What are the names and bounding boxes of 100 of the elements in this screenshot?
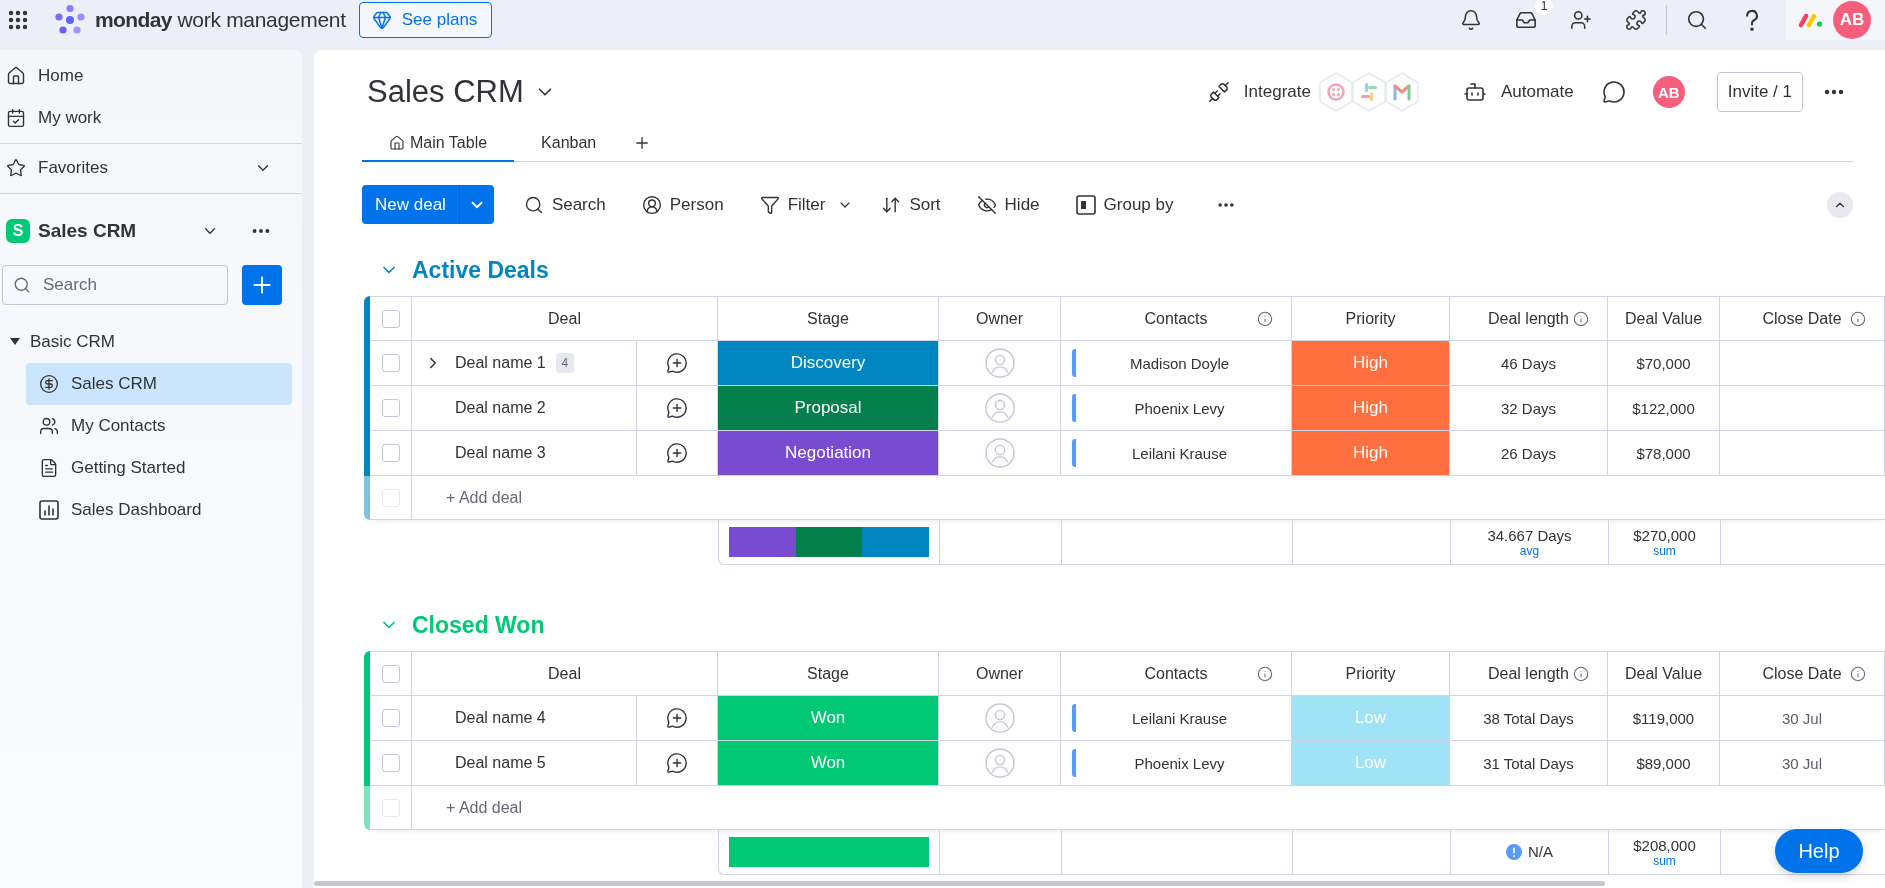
- sidebar-item[interactable]: My Contacts: [26, 405, 292, 447]
- nav-item[interactable]: Home: [0, 55, 92, 97]
- column-header[interactable]: Owner: [975, 664, 1024, 683]
- new-deal-button[interactable]: New deal: [362, 185, 459, 224]
- funnel-icon: [759, 194, 780, 215]
- contact-link[interactable]: Leilani Krause: [1072, 439, 1283, 467]
- dollar-circle-icon: [39, 374, 59, 394]
- group-title[interactable]: Active Deals: [412, 256, 549, 284]
- summary-value: 34.667 Days: [1487, 526, 1572, 545]
- square-panel-icon: [1075, 194, 1096, 215]
- contact-link[interactable]: Phoenix Levy: [1072, 394, 1283, 422]
- column-header[interactable]: Stage: [807, 664, 849, 683]
- column-header[interactable]: Contacts: [1144, 309, 1208, 328]
- alert-icon[interactable]: [1506, 844, 1522, 860]
- deal-value: $89,000: [1636, 754, 1691, 772]
- chat-plus-icon[interactable]: [666, 352, 688, 374]
- toolbar-button[interactable]: Person: [633, 190, 732, 219]
- sidebar-item[interactable]: Sales CRM: [26, 363, 292, 405]
- row-checkbox[interactable]: [381, 354, 400, 372]
- row-checkbox[interactable]: [381, 444, 400, 462]
- column-header[interactable]: Close Date: [1762, 664, 1842, 683]
- column-header[interactable]: Deal: [548, 309, 581, 328]
- nav-item[interactable]: Favorites: [0, 147, 116, 189]
- summary-function[interactable]: avg: [1519, 544, 1540, 558]
- info-icon[interactable]: [1257, 665, 1273, 682]
- nav-item[interactable]: My work: [0, 97, 110, 139]
- summary-value: $208,000: [1633, 836, 1696, 855]
- folder-item[interactable]: Basic CRM: [0, 321, 123, 363]
- search-field[interactable]: Search: [2, 265, 228, 305]
- summary-function[interactable]: sum: [1653, 854, 1676, 868]
- apps-menu-icon[interactable]: [6, 8, 30, 32]
- column-header[interactable]: Deal Value: [1624, 664, 1703, 683]
- chat-plus-icon[interactable]: [666, 397, 688, 419]
- deal-name: Deal name 4: [455, 709, 546, 727]
- stage-status[interactable]: Negotiation: [718, 431, 939, 475]
- see-plans-button[interactable]: See plans: [358, 2, 493, 38]
- chat-plus-icon[interactable]: [666, 442, 688, 464]
- deal-length: 32 Days: [1501, 399, 1556, 417]
- dropdown-button[interactable]: [458, 185, 494, 224]
- automate-button[interactable]: Automate: [1462, 80, 1574, 104]
- info-icon[interactable]: [1850, 665, 1866, 682]
- column-header[interactable]: Owner: [975, 309, 1024, 328]
- triangle-icon[interactable]: [10, 338, 20, 346]
- deal-name: Deal name 5: [455, 754, 546, 772]
- contact-link[interactable]: Phoenix Levy: [1072, 749, 1283, 777]
- add-deal-field[interactable]: + Add deal: [446, 488, 746, 507]
- summary-function[interactable]: sum: [1653, 544, 1676, 558]
- chat-plus-icon[interactable]: [666, 707, 688, 729]
- info-icon[interactable]: [1850, 310, 1866, 327]
- subitem-count[interactable]: 4: [555, 353, 574, 373]
- chat-plus-icon[interactable]: [666, 752, 688, 774]
- invite-button[interactable]: Invite / 1: [1716, 72, 1803, 112]
- bell-icon[interactable]: [1460, 9, 1482, 31]
- column-header[interactable]: Stage: [807, 309, 849, 328]
- chat-bubble-icon[interactable]: [1601, 80, 1626, 104]
- select-all-checkbox[interactable]: [381, 309, 400, 328]
- info-icon[interactable]: [1573, 665, 1589, 682]
- column-header[interactable]: Deal Value: [1624, 309, 1703, 328]
- board-title[interactable]: Sales CRM: [367, 74, 524, 110]
- info-icon[interactable]: [1573, 310, 1589, 327]
- contact-link[interactable]: Leilani Krause: [1072, 704, 1283, 732]
- toolbar-button[interactable]: Filter: [751, 190, 834, 219]
- toolbar-button[interactable]: Sort: [873, 190, 949, 219]
- horizontal-scrollbar[interactable]: [314, 881, 1605, 886]
- tricolor-logo-icon[interactable]: [1798, 12, 1824, 28]
- column-header[interactable]: Deal: [548, 664, 581, 683]
- home-icon: [389, 134, 405, 151]
- inbox-icon[interactable]: [1515, 9, 1537, 31]
- contact-link[interactable]: Madison Doyle: [1072, 349, 1283, 377]
- view-tab[interactable]: Kanban: [514, 125, 624, 162]
- add-deal-field[interactable]: + Add deal: [446, 798, 746, 817]
- column-header[interactable]: Deal length: [1488, 309, 1569, 328]
- row-checkbox[interactable]: [381, 399, 400, 417]
- document-icon: [39, 458, 59, 478]
- stage-status[interactable]: Discovery: [718, 341, 939, 385]
- toolbar-button[interactable]: Search: [515, 190, 614, 219]
- column-header[interactable]: Priority: [1345, 309, 1396, 328]
- column-header[interactable]: Priority: [1345, 664, 1396, 683]
- workspace-name[interactable]: Sales CRM: [38, 220, 137, 242]
- row-checkbox[interactable]: [381, 709, 400, 727]
- row-checkbox[interactable]: [381, 754, 400, 772]
- sidebar-item[interactable]: Getting Started: [26, 447, 292, 489]
- toolbar-button[interactable]: Group by: [1067, 190, 1182, 219]
- checkbox-placeholder: [381, 798, 400, 817]
- sidebar-item[interactable]: Sales Dashboard: [26, 489, 292, 531]
- info-icon[interactable]: [1257, 310, 1273, 327]
- add-button[interactable]: [242, 265, 282, 305]
- column-header[interactable]: Contacts: [1144, 664, 1208, 683]
- integrate-button[interactable]: Integrate: [1207, 81, 1311, 103]
- search-icon[interactable]: [1686, 9, 1708, 31]
- help-button[interactable]: Help: [1775, 829, 1863, 873]
- stage-status[interactable]: Proposal: [718, 386, 939, 430]
- select-all-checkbox[interactable]: [381, 664, 400, 683]
- puzzle-icon[interactable]: [1625, 9, 1647, 31]
- toolbar-button[interactable]: Hide: [968, 190, 1048, 219]
- view-tab[interactable]: Main Table: [362, 125, 515, 162]
- column-header[interactable]: Close Date: [1762, 309, 1842, 328]
- add-user-icon[interactable]: [1570, 9, 1592, 31]
- deal-name: Deal name 3: [455, 444, 546, 462]
- column-header[interactable]: Deal length: [1488, 664, 1569, 683]
